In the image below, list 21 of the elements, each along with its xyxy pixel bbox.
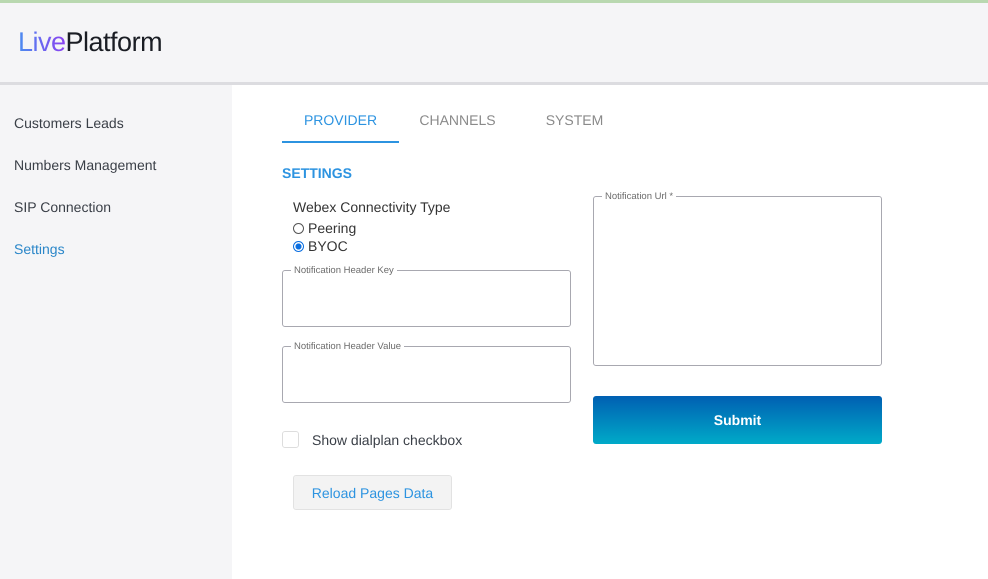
checkbox[interactable]	[282, 431, 299, 448]
checkbox-label: Show dialplan checkbox	[312, 432, 462, 448]
radio-button[interactable]	[293, 222, 304, 234]
section-title: SETTINGS	[282, 165, 354, 181]
tab[interactable]: PROVIDER	[282, 105, 399, 143]
input-field[interactable]: Notification Url *	[593, 191, 882, 366]
input-field[interactable]: Notification Header Key	[282, 265, 571, 327]
radio-button[interactable]	[293, 240, 304, 252]
radio-group-label: Webex Connectivity Type	[293, 199, 452, 215]
tab[interactable]: CHANNELS	[399, 105, 516, 143]
reload-button[interactable]: Reload Pages Data	[293, 475, 452, 510]
submit-button[interactable]: Submit	[593, 396, 882, 444]
input-field[interactable]: Notification Header Value	[282, 341, 571, 403]
radio-label: Peering	[308, 220, 356, 236]
sidebar-item[interactable]: Customers Leads	[0, 115, 232, 131]
logo: LivePlatform	[18, 27, 162, 58]
sidebar-item[interactable]: Numbers Management	[0, 157, 232, 173]
radio-label: BYOC	[308, 238, 348, 254]
sidebar-item[interactable]: Settings	[0, 241, 232, 257]
tab[interactable]: SYSTEM	[516, 105, 633, 143]
sidebar-item[interactable]: SIP Connection	[0, 199, 232, 215]
